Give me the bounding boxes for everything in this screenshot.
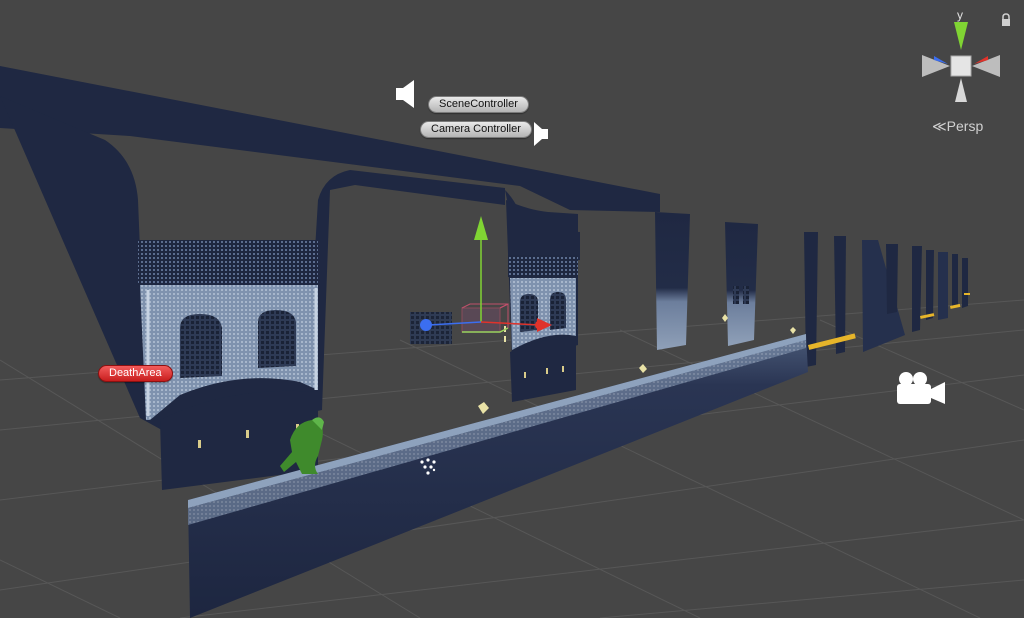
- pillar-far-11: [962, 258, 968, 308]
- gem-2: [639, 364, 647, 373]
- pillar-far-9: [938, 252, 948, 320]
- gem-1: [478, 402, 489, 414]
- camera-controller-speaker-icon[interactable]: [532, 120, 550, 148]
- pillar-far-1: [655, 212, 690, 350]
- projection-toggle[interactable]: ≪Persp: [932, 118, 983, 135]
- far-pillars: [655, 212, 970, 367]
- gem-4: [790, 327, 796, 334]
- gizmo-y-cone: [954, 22, 968, 50]
- z-axis-knob: [420, 319, 432, 331]
- lock-icon[interactable]: [1000, 13, 1012, 27]
- projection-label: Persp: [946, 118, 984, 134]
- pillar-far-7: [912, 246, 922, 332]
- speaker-icon[interactable]: [394, 78, 418, 110]
- gem-5: [504, 336, 506, 342]
- scene-controller-label[interactable]: SceneController: [428, 96, 529, 113]
- gem-3: [722, 314, 728, 322]
- gizmo-neg-y-cone: [955, 78, 967, 102]
- pillar-far-5: [862, 240, 905, 352]
- death-area-label[interactable]: DeathArea: [98, 365, 173, 382]
- pillar-far-10: [952, 254, 958, 308]
- mid-arch: [505, 190, 580, 402]
- scene-view[interactable]: SceneController Camera Controller DeathA…: [0, 0, 1024, 618]
- pillar-far-2-window: [733, 286, 739, 304]
- left-arch-window-1: [180, 314, 222, 378]
- mid-arch-window-2: [550, 292, 566, 330]
- pillar-far-2: [725, 222, 758, 346]
- pillar-far-6: [886, 244, 898, 314]
- highlight-strip-4: [964, 293, 970, 295]
- left-arch-window-2: [258, 310, 296, 368]
- chevron-left-icon: ≪: [932, 118, 947, 134]
- pillar-far-8: [926, 250, 934, 320]
- camera-controller-label[interactable]: Camera Controller: [420, 121, 532, 138]
- scene-canvas[interactable]: [0, 0, 1024, 618]
- gizmo-center-cube: [950, 55, 972, 77]
- y-axis-arrow: [474, 216, 488, 240]
- gizmo-axis-y-label: y: [957, 8, 963, 22]
- camera-icon[interactable]: [893, 370, 949, 406]
- orientation-gizmo[interactable]: y: [918, 8, 1008, 106]
- pillar-far-2-window-b: [743, 286, 749, 304]
